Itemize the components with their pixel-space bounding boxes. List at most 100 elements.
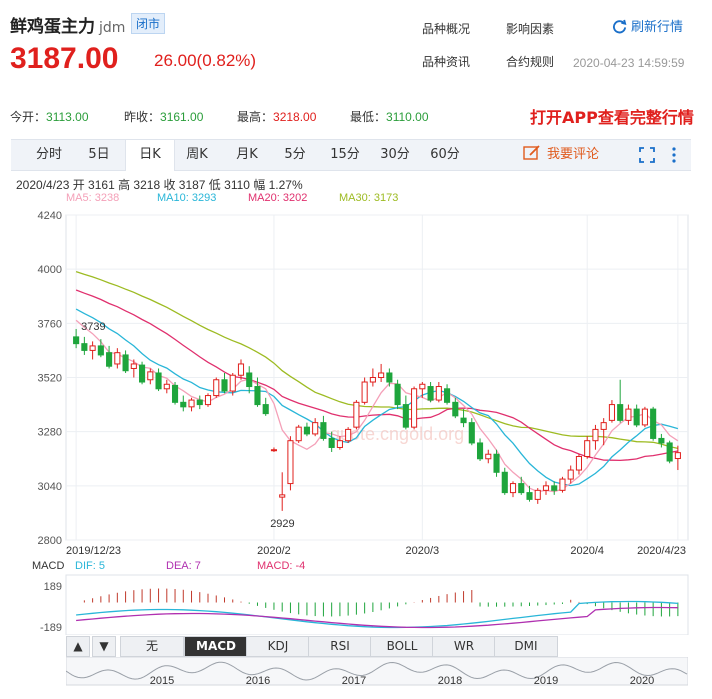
indicator-macd-button[interactable]: MACD (184, 636, 248, 657)
tab-5min[interactable]: 5分 (275, 140, 315, 170)
candle (73, 328, 80, 349)
quote-datetime: 2020-04-23 14:59:59 (573, 56, 685, 70)
candle-body (617, 404, 624, 421)
timeline-year-label: 2015 (150, 675, 174, 687)
stat-open: 今开：3113.00 (10, 110, 89, 124)
candle (444, 384, 451, 405)
candle (246, 366, 253, 394)
candle (641, 406, 648, 428)
candle (617, 379, 624, 423)
candle (279, 472, 286, 511)
tab-daily-k[interactable]: 日K (125, 140, 175, 171)
candle (303, 422, 310, 437)
candle-body (155, 372, 162, 390)
candle (270, 447, 278, 452)
tab-15min[interactable]: 15分 (325, 140, 365, 170)
y-tick-label: 4000 (38, 264, 62, 276)
indicator-kdj-button[interactable]: KDJ (246, 636, 310, 657)
last-price: 3187.00 (10, 42, 119, 75)
candle (353, 400, 360, 430)
scroll-left-button[interactable]: ▲ (66, 636, 90, 657)
tab-monthly-k[interactable]: 月K (225, 140, 269, 170)
contract-title: 鲜鸡蛋主力 jdm (10, 12, 125, 37)
candle (419, 382, 426, 398)
macd-legend-label: DEA: 7 (166, 560, 201, 572)
candle-body (262, 404, 269, 415)
candle-body (625, 408, 632, 421)
timeline-year-label: 2018 (438, 675, 462, 687)
candle-body (666, 442, 673, 462)
candle-body (411, 388, 418, 428)
indicator-none-button[interactable]: 无 (120, 636, 184, 657)
candle (666, 440, 673, 464)
open-app-promo[interactable]: 打开APP查看完整行情 (530, 104, 694, 128)
fullscreen-icon[interactable] (639, 147, 655, 163)
candle-body (287, 440, 294, 485)
candle-body (188, 399, 195, 408)
candle-body (592, 428, 599, 442)
candle (196, 395, 203, 410)
min-price-annotation: 2929 (270, 518, 294, 530)
link-product-overview[interactable]: 品种概况 (422, 20, 470, 37)
candle-body (196, 399, 203, 406)
candle-body (139, 364, 146, 383)
link-contract-rules[interactable]: 合约规则 (506, 53, 554, 70)
more-options-icon[interactable] (671, 146, 677, 164)
comment-button[interactable]: 我要评论 (523, 140, 599, 170)
candle-body (518, 483, 525, 494)
candle-body (130, 363, 137, 369)
candle-body (345, 428, 352, 442)
tab-60min[interactable]: 60分 (425, 140, 465, 170)
link-influencing-factors[interactable]: 影响因素 (506, 20, 554, 37)
candle-body (419, 383, 426, 390)
candle-body (114, 352, 121, 365)
tab-intraday[interactable]: 分时 (27, 140, 71, 170)
candle (345, 427, 352, 443)
candle-body (600, 422, 607, 430)
candle (81, 336, 88, 355)
market-status-badge: 闭市 (131, 13, 166, 34)
candle-body (369, 377, 376, 383)
candle-body (89, 345, 96, 351)
candle-body (147, 371, 154, 381)
scroll-down-button[interactable]: ▼ (92, 636, 116, 657)
tab-30min[interactable]: 30分 (375, 140, 415, 170)
indicator-rsi-button[interactable]: RSI (308, 636, 372, 657)
kline-chart[interactable]: 4240400037603520328030402800 quote.cngol… (0, 205, 712, 635)
candle (114, 348, 121, 369)
candle-body (246, 372, 253, 388)
timeline-year-label: 2017 (342, 675, 366, 687)
candle-body (295, 426, 302, 442)
macd-y-tick: 189 (44, 581, 62, 593)
candle-body (658, 437, 665, 444)
candle-body (97, 345, 104, 356)
candle (534, 488, 541, 504)
tab-weekly-k[interactable]: 周K (175, 140, 219, 170)
tab-5day[interactable]: 5日 (77, 140, 121, 170)
candle (650, 406, 657, 441)
timeline-year-label: 2019 (534, 675, 558, 687)
candle (213, 377, 220, 398)
candle-body (312, 422, 319, 435)
y-tick-label: 3280 (38, 427, 62, 439)
candle-body (559, 478, 566, 491)
price-change: 26.00(0.82%) (154, 51, 257, 70)
indicator-dmi-button[interactable]: DMI (494, 636, 558, 657)
candle (518, 476, 525, 495)
candle-body (435, 386, 442, 401)
candle-body (452, 401, 459, 417)
indicator-wr-button[interactable]: WR (432, 636, 496, 657)
candle (97, 339, 104, 358)
indicator-boll-button[interactable]: BOLL (370, 636, 434, 657)
candle (378, 363, 385, 383)
candle-body (237, 363, 245, 376)
link-product-news[interactable]: 品种资讯 (422, 53, 470, 70)
candle (608, 400, 615, 423)
candle-body (270, 449, 278, 452)
refresh-button[interactable]: 刷新行情 (612, 16, 683, 35)
timeline-navigator[interactable]: 2015 2016 2017 2018 2019 2020 (66, 657, 688, 697)
candle-body (353, 401, 360, 428)
refresh-icon (613, 19, 627, 34)
candle-body (204, 395, 212, 406)
candle (435, 382, 442, 403)
